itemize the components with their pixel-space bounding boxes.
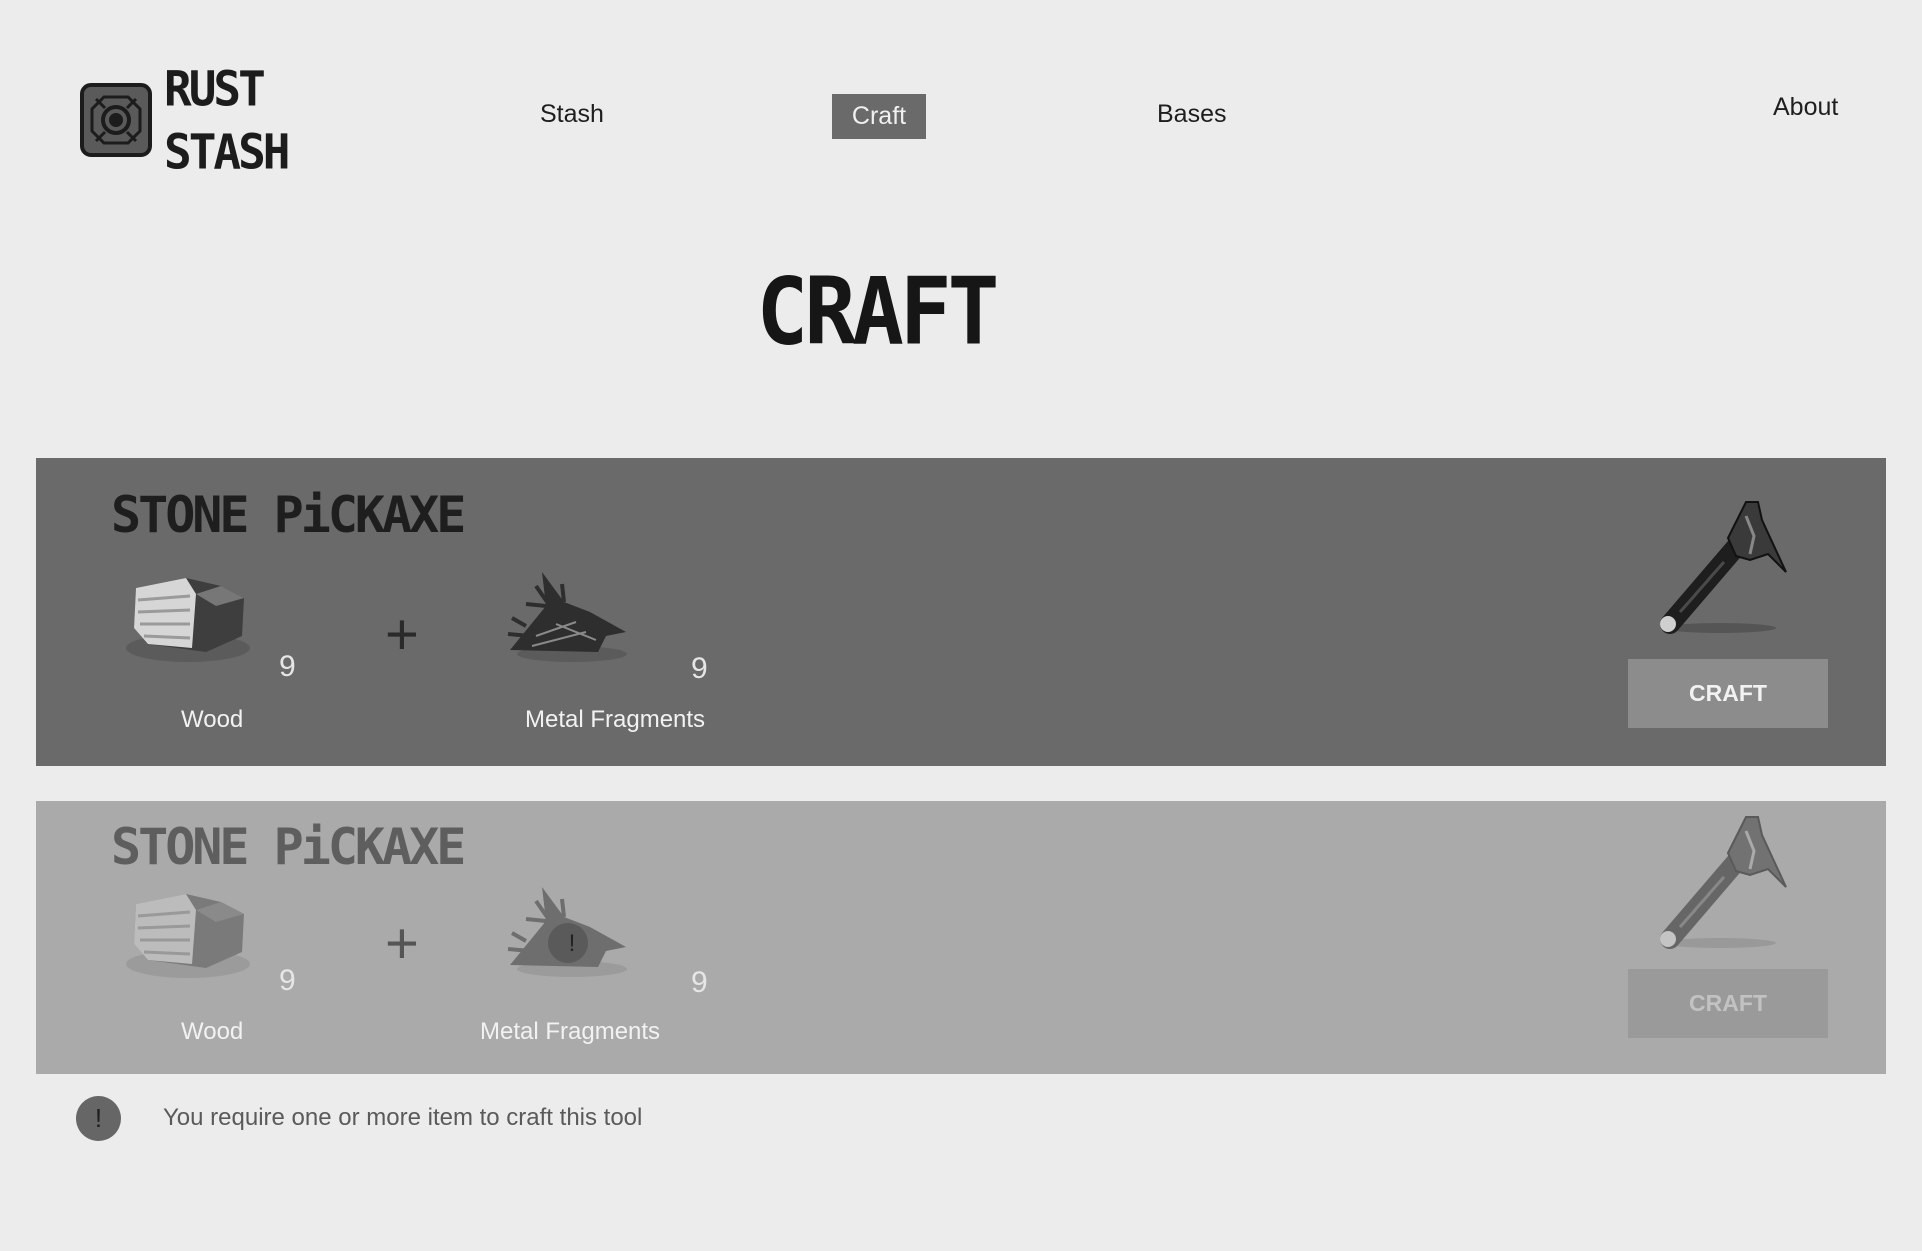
nav-stash[interactable]: Stash bbox=[540, 100, 604, 129]
missing-item-icon: ! bbox=[568, 930, 576, 957]
craft-button[interactable]: CRAFT bbox=[1628, 659, 1828, 728]
recipe-title: STONE PiCKAXE bbox=[111, 818, 466, 876]
ingredient-name: Wood bbox=[181, 1018, 244, 1045]
ingredient-name: Wood bbox=[181, 706, 244, 733]
page-title: CRAFT bbox=[756, 258, 1000, 366]
brand-line-1: RUST bbox=[164, 60, 266, 117]
nav-bases[interactable]: Bases bbox=[1157, 100, 1226, 129]
plus-sign: + bbox=[385, 602, 419, 667]
nav-about[interactable]: About bbox=[1773, 93, 1838, 122]
plus-sign: + bbox=[385, 911, 419, 976]
recipe-title: STONE PiCKAXE bbox=[111, 486, 466, 544]
metal-fragments-icon bbox=[507, 572, 627, 662]
brand-line-2: STASH bbox=[164, 123, 290, 180]
recipe-card: STONE PiCKAXE 9 Wood + 9 Metal Fragments bbox=[36, 458, 1886, 766]
recipe-card-disabled: STONE PiCKAXE 9 Wood + ! 9 Metal Fragmen… bbox=[36, 801, 1886, 1074]
warning-message: You require one or more item to craft th… bbox=[163, 1104, 643, 1131]
ingredient-qty: 9 bbox=[691, 966, 708, 999]
nav-craft[interactable]: Craft bbox=[832, 94, 926, 139]
ingredient-qty: 9 bbox=[279, 650, 296, 683]
ingredient-qty: 9 bbox=[279, 964, 296, 997]
page: RUST STASH Stash Craft Bases About CRAFT… bbox=[0, 0, 1922, 1251]
stone-pickaxe-icon bbox=[1660, 501, 1787, 634]
logo[interactable]: RUST STASH bbox=[80, 57, 290, 183]
wood-icon bbox=[126, 578, 250, 662]
brand-name: RUST STASH bbox=[164, 57, 290, 183]
wood-icon bbox=[126, 894, 250, 978]
safe-icon bbox=[80, 83, 152, 157]
ingredient-qty: 9 bbox=[691, 652, 708, 685]
warning-icon: ! bbox=[76, 1096, 121, 1141]
stone-pickaxe-icon bbox=[1660, 816, 1787, 949]
craft-button-disabled: CRAFT bbox=[1628, 969, 1828, 1038]
ingredient-name: Metal Fragments bbox=[480, 1018, 661, 1045]
ingredient-name: Metal Fragments bbox=[525, 706, 706, 733]
